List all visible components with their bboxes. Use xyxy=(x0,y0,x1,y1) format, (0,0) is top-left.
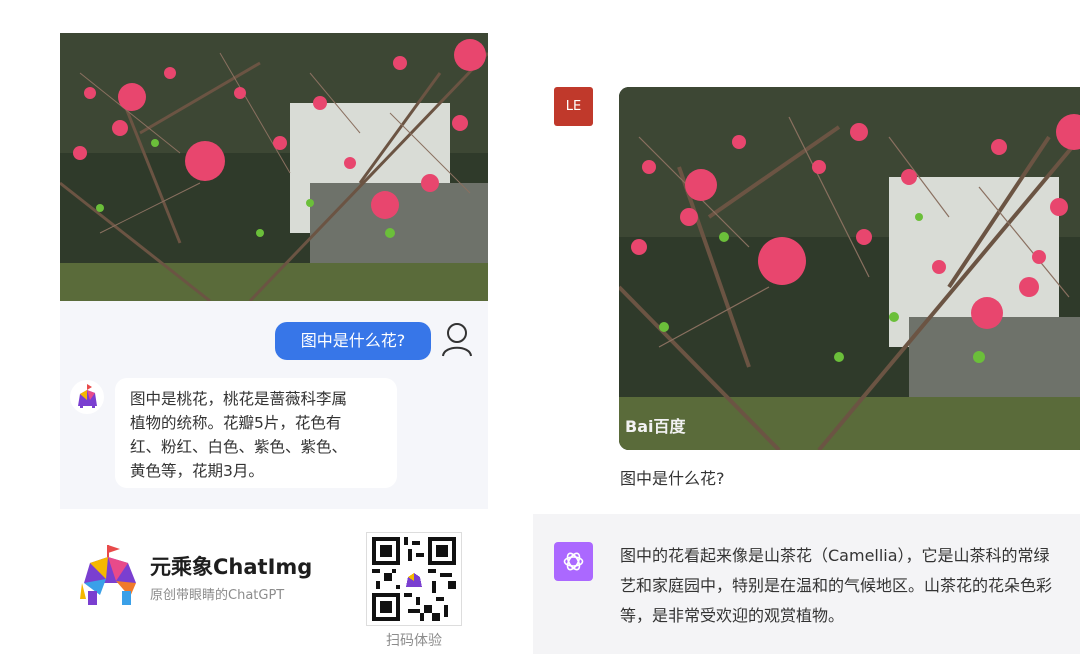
brand-tagline: 原创带眼睛的ChatGPT xyxy=(150,588,285,603)
uploaded-photo-peach-blossom-large: Bai百度 xyxy=(619,87,1080,450)
uploaded-photo-peach-blossom xyxy=(60,33,488,301)
user-message-bubble: 图中是什么花? xyxy=(275,322,431,360)
chatimg-elephant-logo xyxy=(80,545,136,605)
chatimg-demo-panel: 图中是什么花? 图中是桃花，桃花是蔷薇科李属 植物的统称。花瓣5片，花色有 红、… xyxy=(60,33,488,509)
chatgpt-logo-icon xyxy=(554,542,593,581)
photo-watermark: Bai百度 xyxy=(625,417,686,436)
assistant-answer-line: 图中的花看起来像是山茶花（Camellia），它是山茶科的常绿 xyxy=(620,546,1050,565)
bot-answer-bubble: 图中是桃花，桃花是蔷薇科李属 植物的统称。花瓣5片，花色有 红、粉红、白色、紫色… xyxy=(115,378,397,488)
bot-answer-line: 红、粉红、白色、紫色、紫色、 xyxy=(130,438,348,456)
user-avatar-icon xyxy=(442,323,472,357)
qr-code-icon xyxy=(372,537,456,621)
bot-answer-line: 黄色等，花期3月。 xyxy=(130,462,264,480)
brand-name: 元乘象ChatImg xyxy=(150,555,313,579)
user-initials-avatar: LE xyxy=(554,87,593,126)
qr-caption: 扫码体验 xyxy=(386,633,442,649)
assistant-answer-line: 等，是非常受欢迎的观赏植物。 xyxy=(620,606,845,625)
photo-render: Bai百度 xyxy=(619,87,1080,450)
bot-avatar-icon xyxy=(70,380,104,414)
user-question: 图中是什么花? xyxy=(620,469,725,488)
bot-answer-line: 图中是桃花，桃花是蔷薇科李属 xyxy=(130,390,348,408)
bot-answer-line: 植物的统称。花瓣5片，花色有 xyxy=(130,414,342,432)
assistant-answer-text: 图中的花看起来像是山茶花（Camellia），它是山茶科的常绿 艺和家庭园中，特… xyxy=(620,541,1080,631)
photo-render xyxy=(60,33,488,301)
qr-code[interactable] xyxy=(366,532,462,626)
assistant-answer-row: 图中的花看起来像是山茶花（Camellia），它是山茶科的常绿 艺和家庭园中，特… xyxy=(533,514,1080,654)
assistant-answer-line: 艺和家庭园中，特别是在温和的气候地区。山茶花的花朵色彩 xyxy=(620,576,1053,595)
